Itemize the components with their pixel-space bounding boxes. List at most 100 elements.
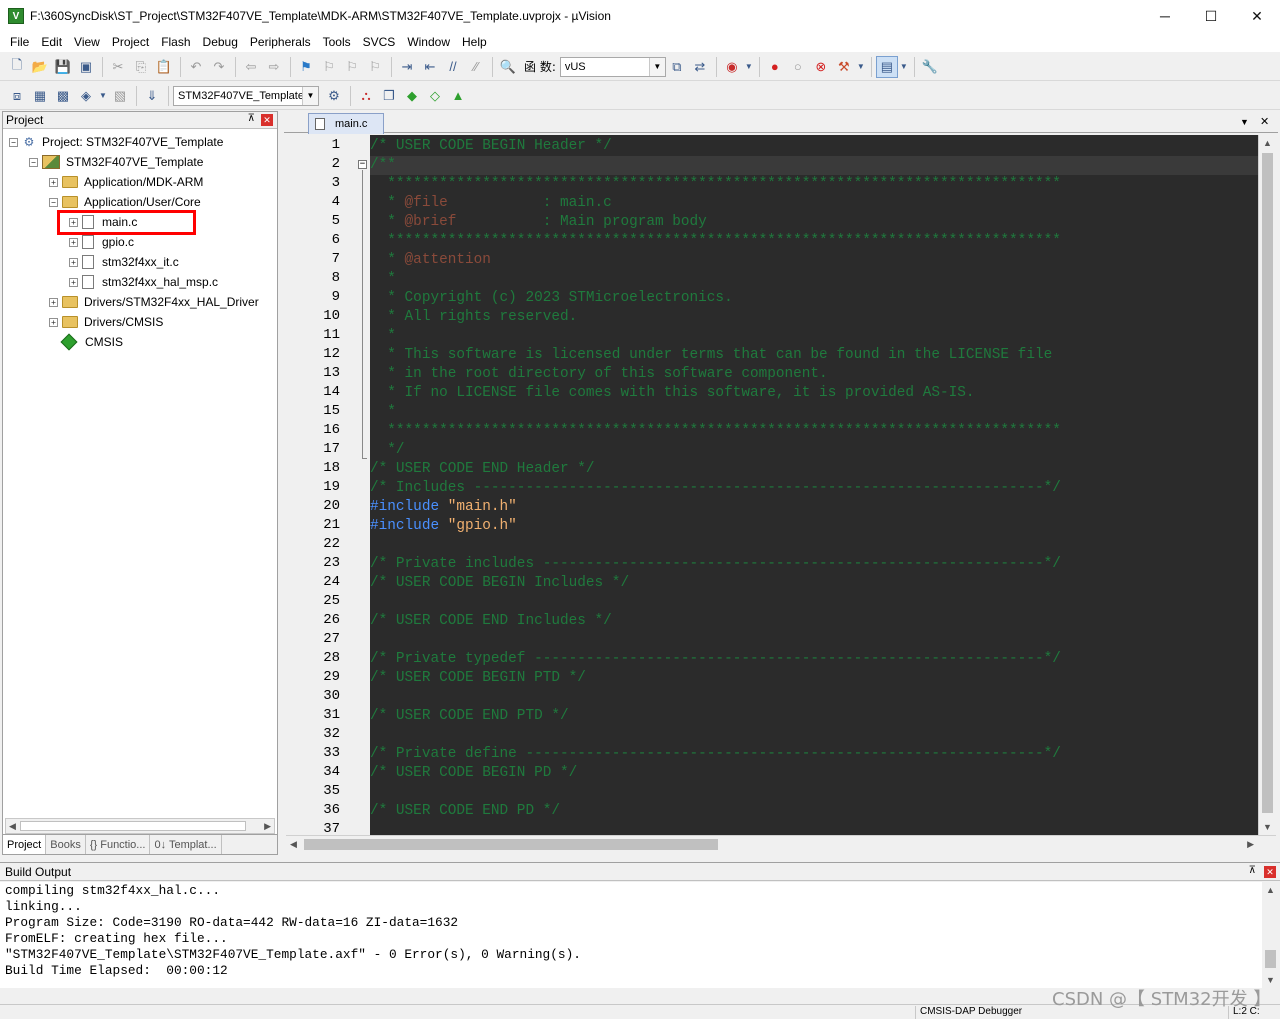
target-options-icon[interactable]: ⚙ (323, 85, 345, 107)
tree-item-stm32f4xx-hal-msp-c[interactable]: + stm32f4xx_hal_msp.c (69, 272, 218, 292)
undo-icon[interactable]: ↶ (185, 56, 207, 78)
scroll-up-icon[interactable]: ▲ (1263, 138, 1272, 148)
expand-icon[interactable]: + (69, 237, 78, 247)
tree-item-group-cmsis[interactable]: + Drivers/CMSIS (49, 312, 163, 332)
menu-help[interactable]: Help (456, 35, 493, 49)
tab-project[interactable]: Project (3, 835, 47, 854)
scroll-left-icon[interactable]: ◀ (9, 821, 16, 832)
scroll-left-icon[interactable]: ◀ (290, 839, 297, 850)
expand-icon[interactable]: + (69, 257, 78, 267)
pin-icon[interactable]: ⊼ (248, 113, 255, 124)
copy-icon[interactable]: ⎘ (130, 56, 152, 78)
debug-tools-icon[interactable]: ⚒ (833, 56, 855, 78)
comment-icon[interactable]: // (442, 56, 464, 78)
menu-peripherals[interactable]: Peripherals (244, 35, 317, 49)
collapse-icon[interactable]: − (49, 197, 58, 207)
clear-bookmarks-icon[interactable]: ⚐ (364, 56, 386, 78)
scroll-right-icon[interactable]: ▶ (1247, 839, 1254, 850)
redo-icon[interactable]: ↷ (208, 56, 230, 78)
tree-item-group-user-core[interactable]: − Application/User/Core (49, 192, 201, 212)
menu-tools[interactable]: Tools (317, 35, 357, 49)
next-bookmark-icon[interactable]: ⚐ (341, 56, 363, 78)
window-layout-icon[interactable]: ▤ (875, 55, 898, 78)
menu-flash[interactable]: Flash (155, 35, 196, 49)
expand-icon[interactable]: + (49, 177, 58, 187)
scroll-down-icon[interactable]: ▼ (1266, 975, 1275, 985)
menu-edit[interactable]: Edit (35, 35, 68, 49)
unindent-icon[interactable]: ⇤ (419, 56, 441, 78)
manage-project-items-icon[interactable]: ⛬ (355, 85, 377, 107)
new-file-icon[interactable]: 🗋 (6, 56, 28, 78)
save-icon[interactable]: 💾 (52, 56, 74, 78)
minimize-button[interactable]: ─ (1142, 0, 1188, 32)
scroll-down-icon[interactable]: ▼ (1263, 822, 1272, 832)
translate-icon[interactable]: ⧈ (6, 85, 28, 107)
menu-file[interactable]: File (4, 35, 35, 49)
dropdown-arrow-icon[interactable]: ▼ (744, 56, 754, 78)
code-editor[interactable]: − 1 2 3 4 5 6 7 8 9 10 11 12 13 14 15 16 17 18 19 20 21 22 23 2… (286, 135, 1276, 835)
scroll-right-icon[interactable]: ▶ (264, 821, 271, 832)
collapse-icon[interactable]: − (9, 137, 18, 147)
menu-project[interactable]: Project (106, 35, 155, 49)
tree-item-group-hal-driver[interactable]: + Drivers/STM32F4xx_HAL_Driver (49, 292, 259, 312)
project-horizontal-scrollbar[interactable]: ◀ ▶ (5, 818, 275, 834)
scrollbar-thumb[interactable] (304, 839, 718, 850)
save-all-icon[interactable]: ▣ (75, 56, 97, 78)
scrollbar-thumb[interactable] (20, 821, 246, 831)
dropdown-arrow-icon[interactable]: ▼ (899, 56, 909, 78)
batch-build-icon[interactable]: ◈ (75, 85, 97, 107)
replace-icon[interactable]: ⇄ (689, 56, 711, 78)
paste-icon[interactable]: 📋 (153, 56, 175, 78)
disable-breakpoint-icon[interactable]: ○ (787, 56, 809, 78)
download-icon[interactable]: ⇓ (141, 85, 163, 107)
tree-item-stm32f4xx-it-c[interactable]: + stm32f4xx_it.c (69, 252, 179, 272)
find-icon[interactable]: ⧉ (666, 56, 688, 78)
file-extensions-icon[interactable]: ❐ (378, 85, 400, 107)
pin-icon[interactable]: ⊼ (1249, 865, 1256, 876)
menu-debug[interactable]: Debug (197, 35, 244, 49)
tree-item-gpio-c[interactable]: + gpio.c (69, 232, 134, 252)
tab-main-c[interactable]: main.c (308, 113, 384, 134)
expand-icon[interactable]: + (69, 277, 78, 287)
scroll-up-icon[interactable]: ▲ (1266, 885, 1275, 895)
expand-icon[interactable]: + (49, 297, 58, 307)
uncomment-icon[interactable]: ⁄⁄ (465, 56, 487, 78)
tab-books[interactable]: Books (46, 835, 86, 854)
pack-installer-icon[interactable]: ▲ (447, 85, 469, 107)
bookmark-icon[interactable]: ⚑ (295, 56, 317, 78)
rebuild-icon[interactable]: ▩ (52, 85, 74, 107)
close-tab-icon[interactable]: ✕ (1260, 115, 1269, 128)
build-output-scrollbar[interactable]: ▲ ▼ (1262, 882, 1280, 988)
manage-run-time-icon[interactable]: ◆ (401, 85, 423, 107)
close-button[interactable]: ✕ (1234, 0, 1280, 32)
tab-functions[interactable]: {} Functio... (86, 835, 151, 854)
nav-back-icon[interactable]: ⇦ (240, 56, 262, 78)
build-icon[interactable]: ▦ (29, 85, 51, 107)
build-output-panel[interactable]: compiling stm32f4xx_hal.c... linking... … (0, 882, 1262, 988)
collapse-icon[interactable]: − (29, 157, 38, 167)
close-icon[interactable]: ✕ (261, 114, 273, 126)
fold-marker-icon[interactable]: − (358, 160, 367, 169)
tree-item-group-mdk-arm[interactable]: + Application/MDK-ARM (49, 172, 203, 192)
stop-build-icon[interactable]: ▧ (109, 85, 131, 107)
target-combobox[interactable]: STM32F407VE_Template ▼ (173, 85, 319, 106)
scrollbar-thumb[interactable] (1265, 950, 1276, 968)
function-combobox[interactable]: vUS ▼ (559, 56, 666, 77)
menu-svcs[interactable]: SVCS (357, 35, 402, 49)
cut-icon[interactable]: ✂ (107, 56, 129, 78)
nav-forward-icon[interactable]: ⇨ (263, 56, 285, 78)
scrollbar-thumb[interactable] (1262, 153, 1273, 813)
code-text-area[interactable]: /* USER CODE BEGIN Header */ /** *******… (370, 135, 1258, 835)
tab-list-icon[interactable]: ▼ (1240, 117, 1249, 127)
dropdown-arrow-icon[interactable]: ▼ (98, 85, 108, 107)
tree-item-project[interactable]: − ⚙ Project: STM32F407VE_Template (9, 132, 223, 152)
breakpoint-icon[interactable]: ● (764, 56, 786, 78)
dropdown-arrow-icon[interactable]: ▼ (856, 56, 866, 78)
chevron-down-icon[interactable]: ▼ (648, 57, 665, 76)
maximize-button[interactable]: ☐ (1188, 0, 1234, 32)
find-in-files-icon[interactable]: 🔍 (497, 56, 519, 78)
editor-horizontal-scrollbar[interactable]: ◀ ▶ (286, 835, 1276, 853)
configure-icon[interactable]: 🔧 (919, 56, 941, 78)
prev-bookmark-icon[interactable]: ⚐ (318, 56, 340, 78)
editor-vertical-scrollbar[interactable]: ▲ ▼ (1258, 135, 1276, 835)
